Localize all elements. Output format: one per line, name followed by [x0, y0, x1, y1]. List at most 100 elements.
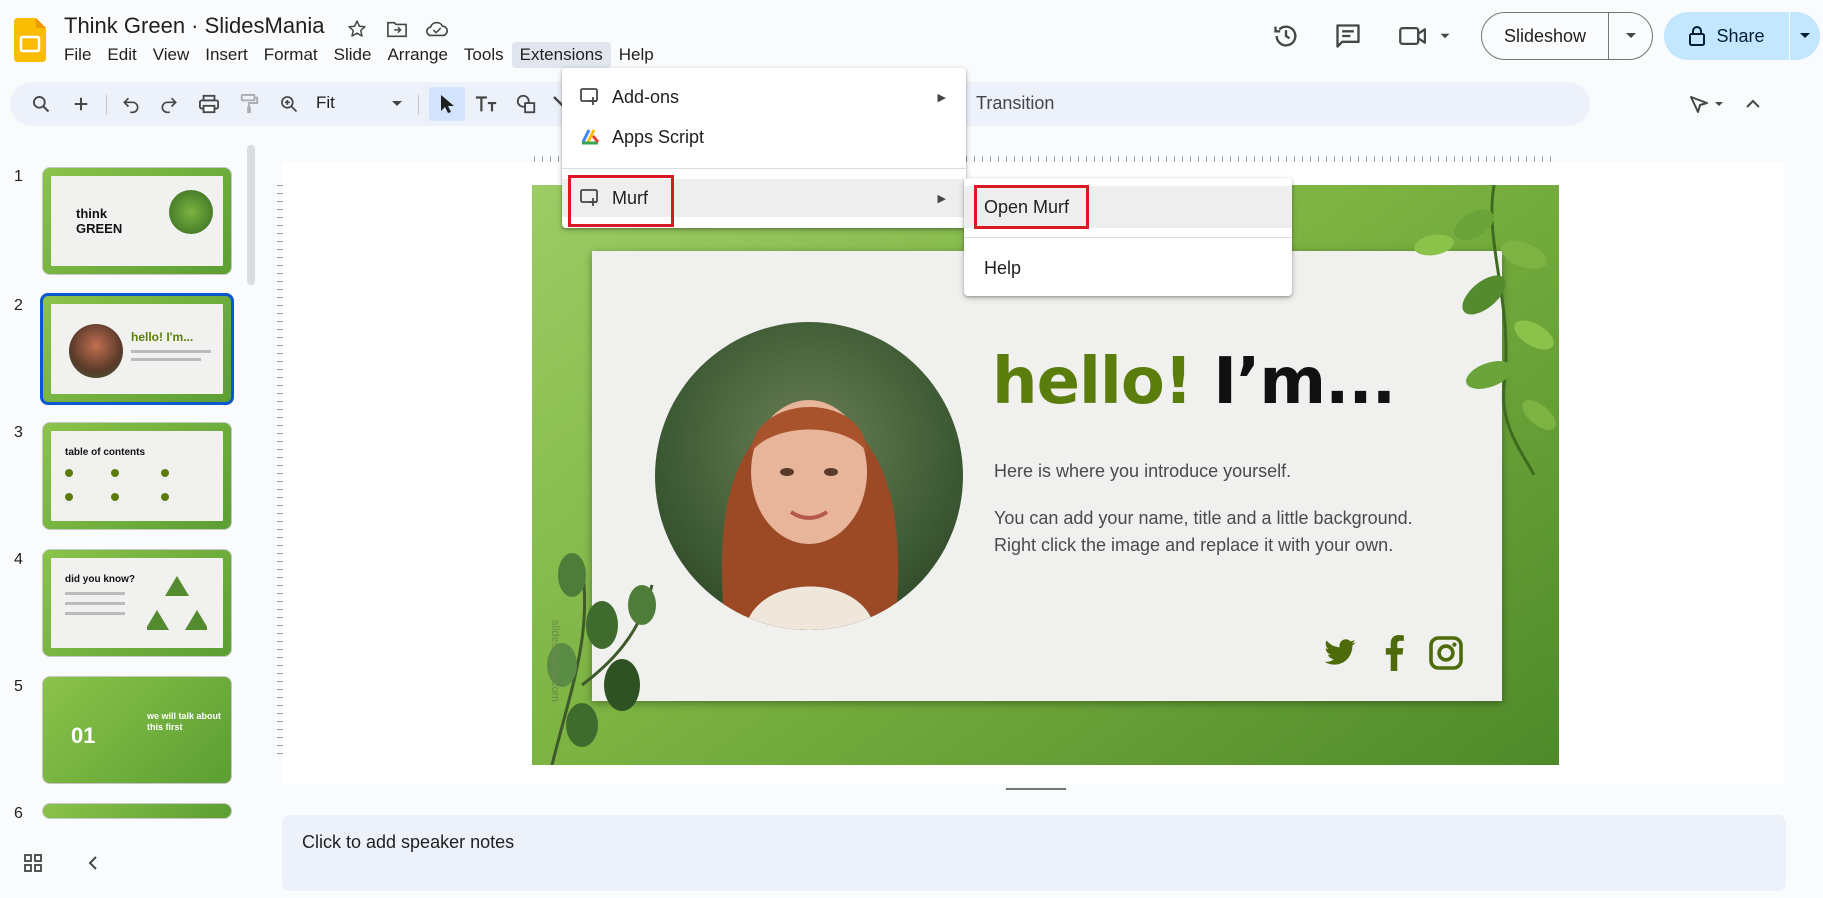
share-label: Share [1716, 25, 1765, 46]
slide-watermark: slidesmania.com [548, 620, 561, 702]
murf-highlight-box [568, 175, 674, 227]
zoom-select[interactable]: Fit [316, 93, 335, 113]
menu-help[interactable]: Help [611, 42, 662, 68]
menu-slide[interactable]: Slide [326, 42, 380, 68]
grid-view-icon[interactable] [20, 850, 46, 876]
shape-icon[interactable] [511, 89, 541, 119]
vertical-ruler[interactable] [275, 185, 283, 760]
slide-number: 5 [14, 678, 23, 695]
slides-logo-icon[interactable] [14, 18, 46, 62]
share-button[interactable]: Share [1664, 12, 1790, 60]
submenu-arrow-icon: ▶ [937, 192, 946, 205]
speaker-notes-placeholder: Click to add speaker notes [302, 832, 515, 852]
lock-icon [1688, 26, 1706, 46]
comments-icon[interactable] [1330, 18, 1366, 54]
slide-number: 3 [14, 424, 23, 441]
thumb-title: we will talk about this first [147, 711, 222, 732]
menu-divider [964, 237, 1292, 238]
toolbar-divider [418, 95, 419, 115]
thumb-text-line [131, 358, 201, 361]
add-ons-icon [580, 87, 600, 107]
speaker-notes[interactable]: Click to add speaker notes [282, 815, 1786, 891]
slide-number: 2 [14, 297, 23, 314]
version-history-icon[interactable] [1268, 18, 1304, 54]
text-box-icon[interactable] [471, 89, 501, 119]
thumb-card: think GREEN [51, 176, 223, 266]
slide-thumbnail-5[interactable]: 01 we will talk about this first [42, 676, 232, 784]
menu-edit[interactable]: Edit [99, 42, 144, 68]
notes-resize-handle[interactable] [1006, 788, 1066, 790]
slide-intro-line[interactable]: Here is where you introduce yourself. [994, 461, 1291, 482]
ivy-leaves-image [1374, 185, 1559, 475]
menu-tools[interactable]: Tools [456, 42, 512, 68]
slide-intro-paragraph[interactable]: You can add your name, title and a littl… [994, 505, 1454, 559]
slide-thumbnail-3[interactable]: table of contents [42, 422, 232, 530]
menu-arrange[interactable]: Arrange [379, 42, 455, 68]
thumb-bullet [111, 469, 119, 477]
thumb-bullet [161, 469, 169, 477]
menu-view[interactable]: View [145, 42, 198, 68]
twitter-icon[interactable] [1320, 633, 1360, 673]
select-tool-icon[interactable] [429, 87, 465, 121]
thumb-text-line [65, 592, 125, 595]
thumb-bullet [161, 493, 169, 501]
collapse-filmstrip-chevron-icon[interactable] [80, 850, 106, 876]
menu-extensions[interactable]: Extensions [511, 42, 611, 68]
slide-thumbnail-2[interactable]: hello! I'm... [40, 293, 234, 405]
menu-bar: File Edit View Insert Format Slide Arran… [56, 42, 662, 68]
slide-thumbnail-6[interactable] [42, 803, 232, 819]
facebook-icon[interactable] [1374, 633, 1414, 673]
slideshow-group: Slideshow [1481, 12, 1653, 60]
profile-photo[interactable] [655, 322, 963, 630]
zoom-icon[interactable] [274, 89, 304, 119]
cloud-saved-icon[interactable] [424, 16, 450, 42]
thumb-card: table of contents [51, 431, 223, 521]
thumb-title: think GREEN [76, 206, 123, 236]
thumb-text-line [65, 602, 125, 605]
slide-thumbnail-1[interactable]: think GREEN [42, 167, 232, 275]
thumb-big-number: 01 [71, 723, 96, 748]
thumb-bullet [65, 493, 73, 501]
document-title[interactable]: Think Green · SlidesMania [64, 13, 324, 39]
share-group: Share [1664, 12, 1820, 60]
pen-tool-icon[interactable] [1686, 89, 1732, 119]
menu-item-apps-script[interactable]: Apps Script [562, 118, 966, 156]
slide-number: 6 [14, 805, 23, 822]
menu-file[interactable]: File [56, 42, 99, 68]
share-options-chevron-icon[interactable] [1790, 12, 1820, 60]
star-icon[interactable] [344, 16, 370, 42]
search-menus-icon[interactable] [26, 89, 56, 119]
menu-format[interactable]: Format [256, 42, 326, 68]
filmstrip-scrollbar[interactable] [247, 145, 255, 285]
meet-camera-icon[interactable] [1396, 18, 1456, 54]
plant-bulb-image [169, 190, 213, 234]
move-folder-icon[interactable] [384, 16, 410, 42]
instagram-icon[interactable] [1426, 633, 1466, 673]
slide-thumbnail-4[interactable]: did you know? [42, 549, 232, 657]
recycle-icon [147, 570, 207, 636]
thumb-card: did you know? [51, 558, 223, 648]
slide-heading[interactable]: hello! I’m... [992, 345, 1396, 419]
thumb-text-line [65, 612, 125, 615]
undo-icon[interactable] [116, 89, 146, 119]
menu-item-add-ons[interactable]: Add-ons ▶ [562, 78, 966, 116]
menu-item-murf-help[interactable]: Help [984, 258, 1021, 279]
heading-hello: hello! [992, 345, 1193, 419]
slide-number: 4 [14, 551, 23, 568]
menu-insert[interactable]: Insert [197, 42, 256, 68]
redo-icon[interactable] [154, 89, 184, 119]
menu-divider [562, 168, 966, 169]
paint-format-icon[interactable] [234, 89, 264, 119]
slideshow-options-chevron-icon[interactable] [1609, 13, 1652, 59]
zoom-chevron-icon[interactable] [382, 89, 412, 119]
new-slide-plus-icon[interactable] [66, 89, 96, 119]
slideshow-button[interactable]: Slideshow [1482, 13, 1609, 59]
transition-button[interactable]: Transition [976, 93, 1054, 114]
submenu-arrow-icon: ▶ [937, 91, 946, 104]
slide-number: 1 [14, 168, 23, 185]
collapse-toolbar-chevron-icon[interactable] [1738, 89, 1768, 119]
print-icon[interactable] [194, 89, 224, 119]
thumb-portrait [69, 324, 123, 378]
thumb-title: table of contents [65, 447, 146, 458]
thumb-text-line [131, 350, 211, 353]
